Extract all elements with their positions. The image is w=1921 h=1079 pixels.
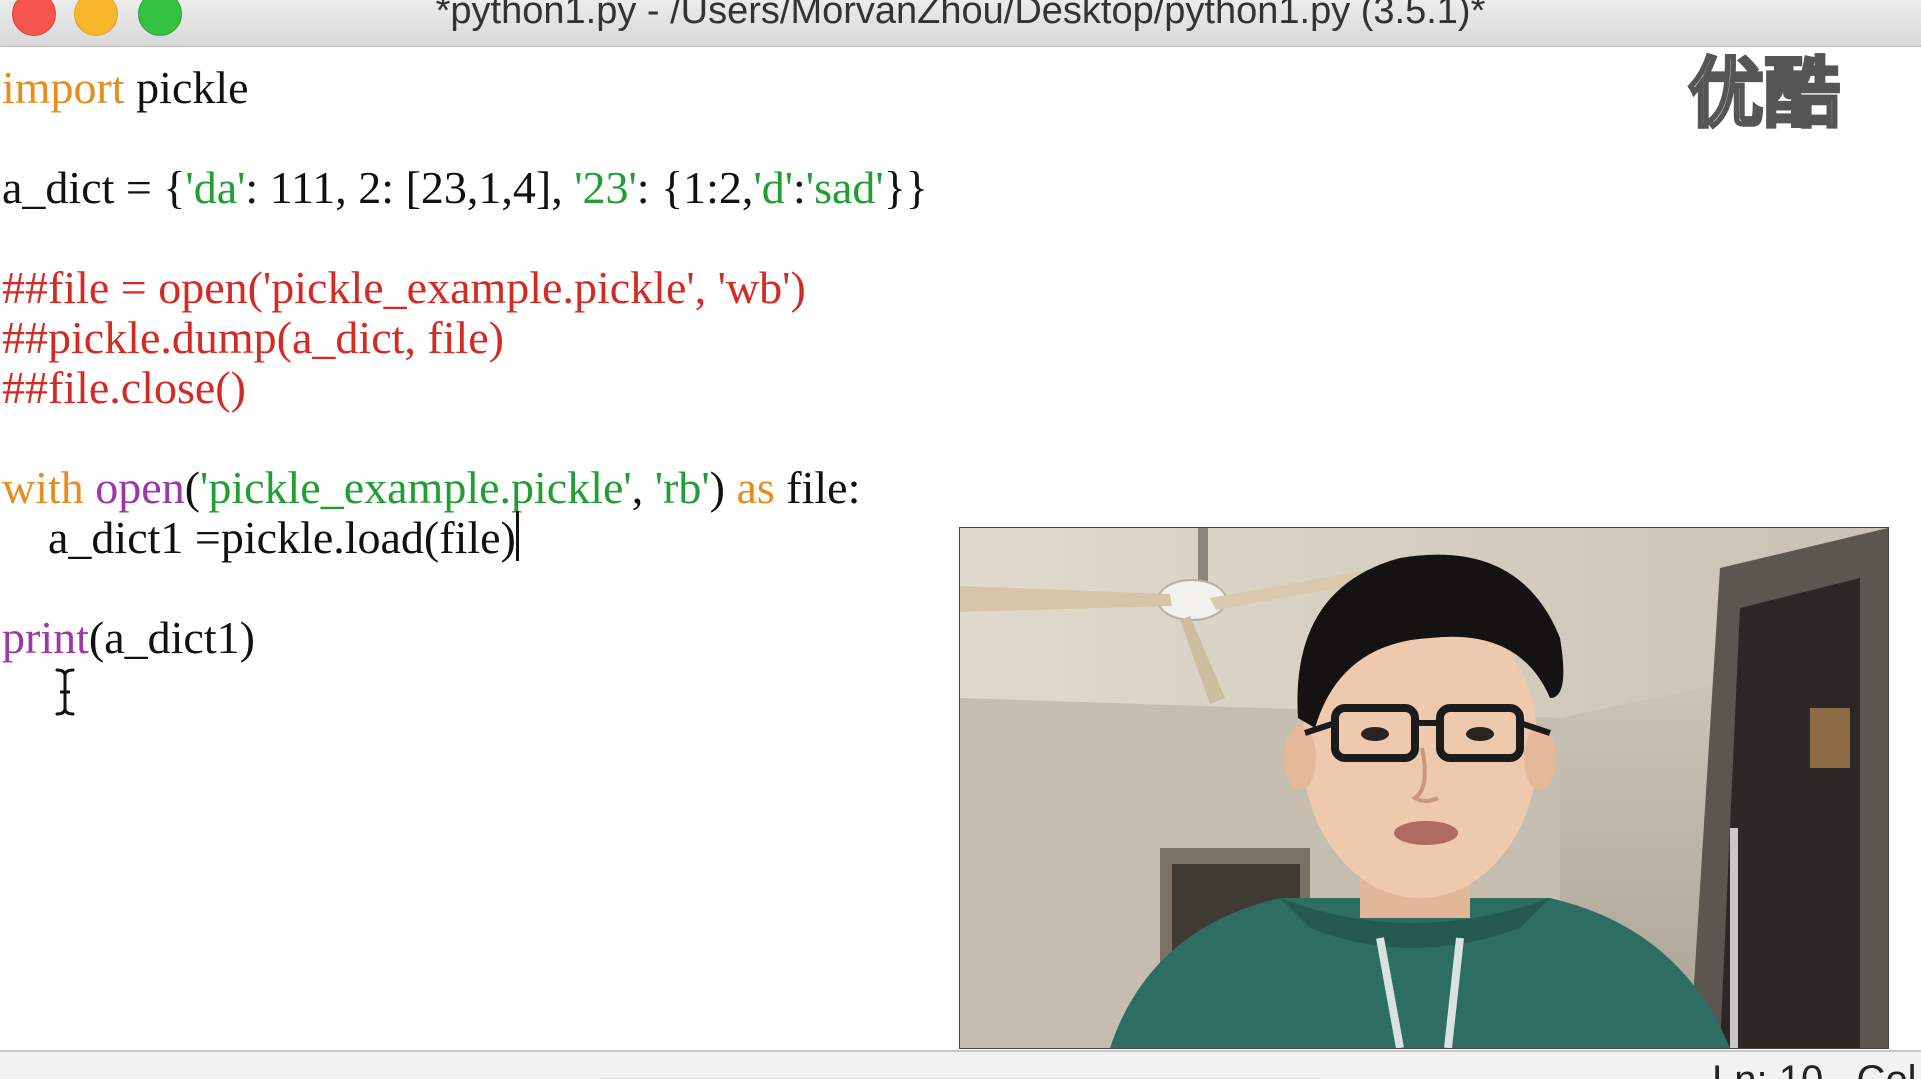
text-caret [515,511,519,561]
code-token: a_dict1 =pickle.load(file) [2,512,516,563]
code-line-7[interactable]: a_dict1 =pickle.load(file) [2,508,519,568]
code-line-2[interactable]: a_dict = {'da': 111, 2: [23,1,4], '23': … [2,158,928,218]
code-line-8[interactable]: print(a_dict1) [2,608,255,668]
code-token: file: [774,462,861,513]
code-token: (a_dict1) [88,612,255,663]
code-token: : 111, 2: [23,1,4], [245,162,575,213]
code-token: a_dict = { [2,162,186,213]
string-token: 'pickle_example.pickle' [200,462,632,513]
code-token: ) [709,462,737,513]
string-token: '23' [574,162,637,213]
youku-watermark-logo: 优酷 [1687,49,1842,138]
builtin-token: open [95,462,185,513]
code-token: : {1:2, [636,162,754,213]
keyword-token: with [2,462,84,513]
window-title: *python1.py - /Users/MorvanZhou/Desktop/… [435,0,1486,32]
code-line-5-comment[interactable]: ##file.close() [2,358,246,418]
ibeam-cursor-icon [54,667,76,717]
string-token: 'rb' [654,462,710,513]
keyword-token: as [736,462,775,513]
string-token: 'sad' [805,162,884,213]
code-token: : [793,162,806,213]
title-bar: *python1.py - /Users/MorvanZhou/Desktop/… [0,0,1921,47]
keyword-token: import [2,62,125,113]
builtin-token: print [2,612,89,663]
code-token: ( [184,462,201,513]
webcam-video-overlay [959,527,1889,1049]
string-token: 'da' [185,162,246,213]
code-line-1[interactable]: import pickle [2,58,249,118]
string-token: 'd' [753,162,794,213]
code-token: pickle [124,62,249,113]
status-bar: Ln: 10 Col [0,1050,1921,1079]
code-token: }} [883,162,928,213]
cursor-position-status: Ln: 10 Col [1712,1056,1917,1079]
code-token: , [631,462,655,513]
webcam-person-image [960,528,1888,1048]
